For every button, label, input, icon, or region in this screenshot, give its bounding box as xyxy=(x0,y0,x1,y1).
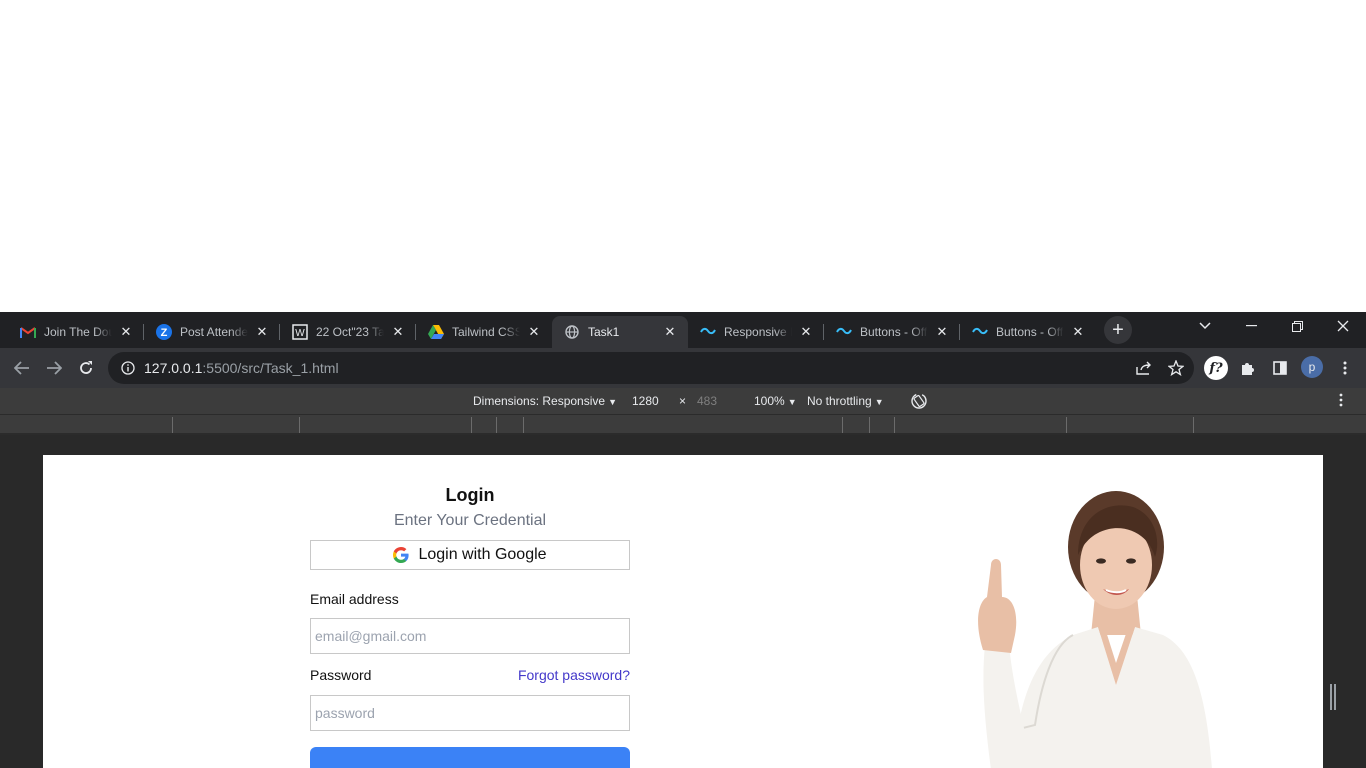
side-panel-icon[interactable] xyxy=(1266,354,1294,382)
login-with-google-button[interactable]: Login with Google xyxy=(310,540,630,570)
tab-title: Tailwind CSS xyxy=(452,325,520,339)
tab-zoho[interactable]: Z Post Attendee ✕ xyxy=(144,316,280,348)
tab-title: Join The Double xyxy=(44,325,112,339)
gmail-icon xyxy=(20,324,36,340)
extensions-puzzle-icon[interactable] xyxy=(1234,354,1262,382)
tab-task1[interactable]: Task1 ✕ xyxy=(552,316,688,348)
svg-text:Z: Z xyxy=(161,327,168,339)
browser-toolbar: 127.0.0.1:5500/src/Task_1.html f? p xyxy=(0,348,1366,388)
password-field[interactable] xyxy=(310,695,630,731)
tailwind-icon xyxy=(700,324,716,340)
close-icon[interactable]: ✕ xyxy=(934,324,950,340)
kebab-menu-icon[interactable] xyxy=(1331,354,1359,382)
zoom-label: 100% xyxy=(754,394,785,408)
page-viewport: Login Enter Your Credential Login with G… xyxy=(43,455,1323,768)
tab-buttons-1[interactable]: Buttons - Official ✕ xyxy=(824,316,960,348)
login-subtitle: Enter Your Credential xyxy=(393,512,547,529)
dimensions-dropdown[interactable]: Dimensions: Responsive ▼ xyxy=(473,394,617,408)
restore-icon[interactable] xyxy=(1274,312,1320,340)
forward-icon[interactable] xyxy=(40,354,68,382)
close-icon[interactable]: ✕ xyxy=(254,324,270,340)
tab-title: Buttons - Official xyxy=(860,325,928,339)
width-input[interactable]: 1280 xyxy=(632,394,659,408)
media-query-bar[interactable] xyxy=(0,414,1366,434)
login-submit-button[interactable] xyxy=(310,747,630,768)
rotate-icon[interactable] xyxy=(910,392,928,413)
close-icon[interactable]: ✕ xyxy=(662,324,678,340)
tab-gmail[interactable]: Join The Double ✕ xyxy=(8,316,144,348)
dropdown-caret-icon: ▼ xyxy=(874,397,884,407)
extension-fx-icon[interactable]: f? xyxy=(1204,356,1228,380)
dimensions-label: Dimensions: Responsive xyxy=(473,394,606,408)
password-label: Password xyxy=(310,667,372,683)
url-text: 127.0.0.1:5500/src/Task_1.html xyxy=(144,360,339,376)
tab-buttons-2[interactable]: Buttons - Official ✕ xyxy=(960,316,1096,348)
login-title: Login xyxy=(445,485,495,505)
close-icon[interactable]: ✕ xyxy=(1070,324,1086,340)
tab-title: Post Attendee xyxy=(180,325,248,339)
tab-title: 22 Oct"23 Task xyxy=(316,325,384,339)
bookmark-star-icon[interactable] xyxy=(1162,354,1190,382)
blank-area xyxy=(0,0,1366,312)
close-window-icon[interactable] xyxy=(1320,312,1366,340)
svg-text:W: W xyxy=(295,328,305,339)
email-label: Email address xyxy=(310,591,399,607)
tab-title: Buttons - Official xyxy=(996,325,1064,339)
google-icon xyxy=(393,547,410,563)
tailwind-icon xyxy=(836,324,852,340)
email-field[interactable] xyxy=(310,618,630,654)
new-tab-button[interactable]: + xyxy=(1104,316,1132,344)
tab-title: Responsive D xyxy=(724,325,792,339)
forgot-password-link[interactable]: Forgot password? xyxy=(518,667,630,683)
google-button-label: Login with Google xyxy=(418,546,547,563)
google-drive-icon xyxy=(428,324,444,340)
back-icon[interactable] xyxy=(8,354,36,382)
profile-avatar[interactable]: p xyxy=(1301,356,1323,378)
site-info-icon[interactable] xyxy=(120,360,136,376)
close-icon[interactable]: ✕ xyxy=(118,324,134,340)
globe-icon xyxy=(564,324,580,340)
zoom-dropdown[interactable]: 100% ▼ xyxy=(754,394,797,408)
address-bar[interactable]: 127.0.0.1:5500/src/Task_1.html xyxy=(108,352,1194,384)
share-icon[interactable] xyxy=(1130,354,1158,382)
zoho-icon: Z xyxy=(156,324,172,340)
dropdown-caret-icon: ▼ xyxy=(608,397,617,407)
close-icon[interactable]: ✕ xyxy=(798,324,814,340)
height-input[interactable]: 483 xyxy=(697,394,717,408)
close-icon[interactable]: ✕ xyxy=(526,324,542,340)
tab-search-icon[interactable] xyxy=(1182,312,1228,340)
url-path: :5500/src/Task_1.html xyxy=(202,360,339,376)
url-host: 127.0.0.1 xyxy=(144,360,203,376)
dropdown-caret-icon: ▼ xyxy=(787,397,797,407)
tab-drive[interactable]: Tailwind CSS ✕ xyxy=(416,316,552,348)
device-toolbar: Dimensions: Responsive ▼ 1280 × 483 100% ▼… xyxy=(0,388,1366,414)
minimize-icon[interactable] xyxy=(1228,312,1274,340)
login-form: Login Enter Your Credential Login with G… xyxy=(310,455,630,768)
throttling-label: No throttling xyxy=(807,394,872,408)
viewport-resize-handle[interactable] xyxy=(1330,684,1336,710)
tab-wordpress[interactable]: W 22 Oct"23 Task ✕ xyxy=(280,316,416,348)
password-row: Password Forgot password? xyxy=(310,667,630,683)
tab-title: Task1 xyxy=(588,325,620,339)
times-sign: × xyxy=(679,394,687,408)
device-toolbar-menu-icon[interactable] xyxy=(1339,393,1343,410)
browser-window: Join The Double ✕ Z Post Attendee ✕ W 22… xyxy=(0,312,1366,768)
tab-strip: Join The Double ✕ Z Post Attendee ✕ W 22… xyxy=(0,312,1366,348)
tab-responsive[interactable]: Responsive D ✕ xyxy=(688,316,824,348)
wordpress-icon: W xyxy=(292,324,308,340)
tailwind-icon xyxy=(972,324,988,340)
close-icon[interactable]: ✕ xyxy=(390,324,406,340)
reload-icon[interactable] xyxy=(72,354,100,382)
woman-pointing-illustration xyxy=(978,491,1212,768)
throttling-dropdown[interactable]: No throttling ▼ xyxy=(807,394,884,408)
